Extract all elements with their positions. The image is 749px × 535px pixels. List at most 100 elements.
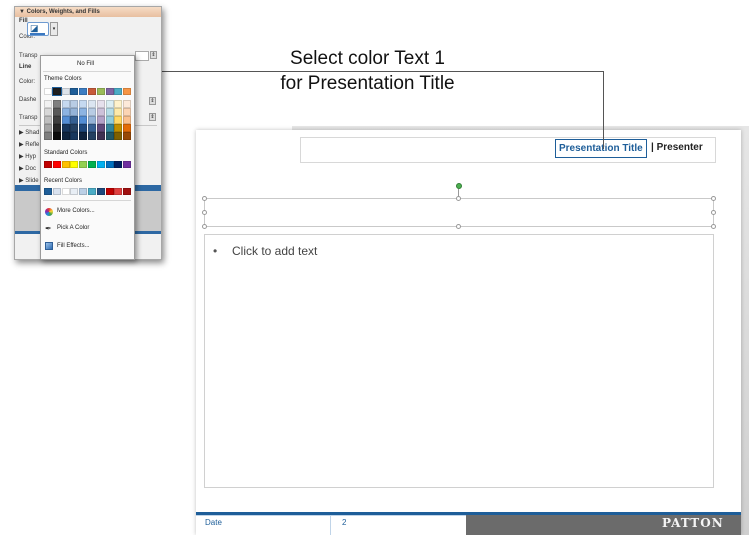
theme-shade-swatch[interactable] [105,132,114,140]
recent-color-swatch[interactable] [52,188,61,195]
standard-color-swatch[interactable] [61,161,70,168]
standard-color-swatch[interactable] [123,161,132,168]
theme-shade-swatch[interactable] [70,116,79,124]
theme-shade-swatch[interactable] [114,124,123,132]
theme-shade-swatch[interactable] [114,116,123,124]
theme-shade-swatch[interactable] [88,132,96,140]
theme-shade-swatch[interactable] [123,116,132,124]
theme-shade-swatch[interactable] [44,108,52,116]
theme-shade-swatch[interactable] [105,124,114,132]
theme-color-swatch[interactable] [79,88,88,95]
theme-color-swatch[interactable] [105,88,114,95]
standard-color-swatch[interactable] [70,161,79,168]
theme-shade-swatch[interactable] [61,116,70,124]
resize-handle-bl[interactable] [202,224,207,229]
section-reflection[interactable]: ▶ Refle [19,141,39,148]
section-document-theme[interactable]: ▶ Doc [19,165,36,172]
content-placeholder-text[interactable]: Click to add text [232,244,317,258]
footer-date[interactable]: Date [205,518,222,527]
recent-color-swatch[interactable] [79,188,88,195]
theme-shade-swatch[interactable] [123,100,132,108]
theme-shade-swatch[interactable] [114,108,123,116]
theme-color-swatch[interactable] [44,88,52,95]
recent-color-swatch[interactable] [114,188,123,195]
title-placeholder[interactable] [204,198,714,227]
standard-color-swatch[interactable] [52,161,61,168]
theme-shade-swatch[interactable] [61,124,70,132]
content-placeholder[interactable] [204,234,714,488]
footer-page-number[interactable]: 2 [342,518,346,527]
resize-handle-l[interactable] [202,210,207,215]
theme-shade-swatch[interactable] [70,100,79,108]
recent-color-swatch[interactable] [70,188,79,195]
standard-color-swatch[interactable] [96,161,105,168]
theme-shade-swatch[interactable] [61,100,70,108]
resize-handle-r[interactable] [711,210,716,215]
theme-color-swatch[interactable] [51,87,62,96]
fill-effects-option[interactable]: Fill Effects... [57,243,90,249]
theme-shade-swatch[interactable] [96,124,105,132]
resize-handle-b[interactable] [456,224,461,229]
resize-handle-tl[interactable] [202,196,207,201]
theme-color-swatch[interactable] [96,88,105,95]
theme-shade-swatch[interactable] [105,116,114,124]
theme-color-swatch[interactable] [123,88,132,95]
resize-handle-br[interactable] [711,224,716,229]
theme-shade-swatch[interactable] [52,124,61,132]
theme-shade-swatch[interactable] [70,124,79,132]
theme-shade-swatch[interactable] [96,108,105,116]
presentation-title-textbox[interactable]: Presentation Title [555,139,647,158]
theme-shade-swatch[interactable] [70,132,79,140]
theme-shade-swatch[interactable] [88,100,96,108]
recent-color-swatch[interactable] [123,188,132,195]
standard-color-swatch[interactable] [44,161,52,168]
section-slide-background[interactable]: ▶ Slide [19,177,39,184]
fill-transparency-field[interactable] [135,51,149,61]
theme-shade-swatch[interactable] [44,132,52,140]
section-header-colors[interactable]: ▼ Colors, Weights, and Fills [15,7,161,17]
theme-shade-swatch[interactable] [88,124,96,132]
resize-handle-tr[interactable] [711,196,716,201]
resize-handle-t[interactable] [456,196,461,201]
theme-color-swatch[interactable] [114,88,123,95]
theme-shade-swatch[interactable] [79,132,88,140]
theme-shade-swatch[interactable] [123,108,132,116]
theme-shade-swatch[interactable] [79,124,88,132]
recent-color-swatch[interactable] [88,188,96,195]
theme-shade-swatch[interactable] [52,108,61,116]
theme-shade-swatch[interactable] [88,108,96,116]
theme-shade-swatch[interactable] [96,100,105,108]
recent-color-swatch[interactable] [96,188,105,195]
theme-shade-swatch[interactable] [61,132,70,140]
theme-shade-swatch[interactable] [44,100,52,108]
theme-shade-swatch[interactable] [79,100,88,108]
standard-color-swatch[interactable] [114,161,123,168]
recent-color-swatch[interactable] [105,188,114,195]
section-hyperlink[interactable]: ▶ Hyp [19,153,36,160]
recent-color-swatch[interactable] [44,188,52,195]
theme-shade-swatch[interactable] [105,108,114,116]
standard-color-swatch[interactable] [79,161,88,168]
standard-color-swatch[interactable] [88,161,96,168]
standard-color-swatch[interactable] [105,161,114,168]
theme-shade-swatch[interactable] [123,132,132,140]
dashes-stepper[interactable]: ⇕ [149,97,156,105]
fill-transparency-stepper[interactable]: ⇕ [150,51,157,59]
no-fill-option[interactable]: No Fill [77,61,94,67]
theme-shade-swatch[interactable] [70,108,79,116]
theme-shade-swatch[interactable] [114,132,123,140]
theme-shade-swatch[interactable] [52,132,61,140]
theme-shade-swatch[interactable] [61,108,70,116]
theme-shade-swatch[interactable] [114,100,123,108]
line-transparency-stepper[interactable]: ⇕ [149,113,156,121]
theme-color-swatch[interactable] [61,88,70,95]
fill-color-dropdown-arrow[interactable]: ▾ [50,22,58,36]
rotation-handle[interactable] [456,183,462,189]
theme-shade-swatch[interactable] [44,124,52,132]
theme-shade-swatch[interactable] [96,132,105,140]
theme-shade-swatch[interactable] [88,116,96,124]
pick-a-color-option[interactable]: Pick A Color [57,225,89,231]
recent-color-swatch[interactable] [61,188,70,195]
section-shadow[interactable]: ▶ Shad [19,129,39,136]
theme-shade-swatch[interactable] [96,116,105,124]
